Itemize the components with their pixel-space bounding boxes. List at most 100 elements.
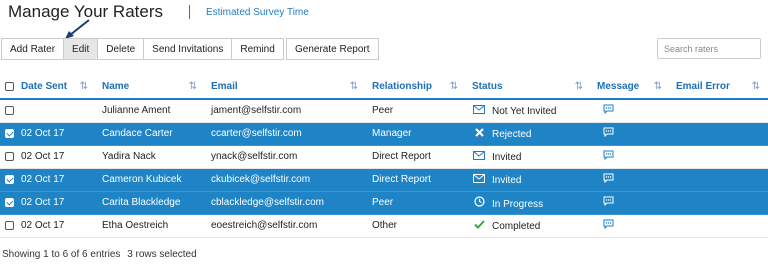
table-row[interactable]: 02 Oct 17 Etha Oestreich eoestreich@selfst…	[0, 214, 768, 238]
status-cell: Not Yet Invited	[466, 99, 591, 123]
status-cell: In Progress	[466, 191, 591, 215]
sort-icon[interactable]: ⇅	[752, 81, 760, 92]
message-bubble-icon[interactable]	[603, 150, 614, 163]
col-name-label: Name	[102, 81, 130, 92]
sort-icon[interactable]: ⇅	[575, 81, 583, 92]
date-sent-cell: 02 Oct 17	[15, 122, 96, 146]
row-checkbox-cell	[0, 99, 15, 123]
relationship-cell: Peer	[366, 99, 466, 123]
name-cell: Yadira Nack	[96, 145, 205, 169]
col-email[interactable]: Email ⇅	[205, 75, 366, 100]
table-footer: Showing 1 to 6 of 6 entries 3 rows selec…	[2, 249, 201, 260]
row-checkbox-cell	[0, 214, 15, 238]
envelope-icon	[472, 104, 486, 117]
x-icon	[472, 127, 486, 140]
name-cell: Candace Carter	[96, 122, 205, 146]
row-checkbox-cell	[0, 145, 15, 169]
row-checkbox[interactable]	[5, 174, 14, 184]
remind-button[interactable]: Remind	[232, 38, 284, 60]
message-bubble-icon[interactable]	[603, 219, 614, 232]
email-error-cell	[670, 99, 768, 123]
envelope-icon	[472, 173, 486, 186]
date-sent-cell: 02 Oct 17	[15, 214, 96, 238]
email-cell: eoestreich@selfstir.com	[205, 214, 366, 238]
check-icon	[472, 219, 486, 232]
table-row[interactable]: 02 Oct 17 Carita Blackledge cblackledge@se…	[0, 191, 768, 215]
message-cell	[591, 214, 670, 238]
relationship-cell: Direct Report	[366, 168, 466, 192]
table-row[interactable]: 02 Oct 17 Yadira Nack ynack@selfstir.com Di…	[0, 145, 768, 169]
page-header: Manage Your Raters Estimated Survey Time	[8, 2, 309, 22]
col-name[interactable]: Name ⇅	[96, 75, 205, 100]
col-status-label: Status	[472, 81, 503, 92]
sort-icon[interactable]: ⇅	[654, 81, 662, 92]
col-date-sent[interactable]: Date Sent ⇅	[15, 75, 96, 100]
col-date-sent-label: Date Sent	[21, 81, 68, 92]
sort-icon[interactable]: ⇅	[189, 81, 197, 92]
col-message[interactable]: Message ⇅	[591, 75, 670, 100]
status-text: Rejected	[492, 128, 532, 140]
select-all-cell	[0, 75, 15, 100]
message-bubble-icon[interactable]	[603, 104, 614, 117]
row-checkbox-cell	[0, 191, 15, 215]
relationship-cell: Direct Report	[366, 145, 466, 169]
email-cell: ckubicek@selfstir.com	[205, 168, 366, 192]
row-checkbox[interactable]	[5, 106, 14, 116]
generate-report-button[interactable]: Generate Report	[286, 38, 379, 60]
delete-button[interactable]: Delete	[98, 38, 145, 60]
status-cell: Invited	[466, 168, 591, 192]
table-row[interactable]: 02 Oct 17 Cameron Kubicek ckubicek@selfsti…	[0, 168, 768, 192]
col-relationship-label: Relationship	[372, 81, 433, 92]
col-relationship[interactable]: Relationship ⇅	[366, 75, 466, 100]
name-cell: Cameron Kubicek	[96, 168, 205, 192]
sort-icon[interactable]: ⇅	[350, 81, 358, 92]
email-cell: ynack@selfstir.com	[205, 145, 366, 169]
clock-icon	[472, 195, 486, 210]
row-checkbox[interactable]	[5, 197, 14, 207]
status-text: Not Yet Invited	[492, 105, 557, 117]
email-cell: ccarter@selfstir.com	[205, 122, 366, 146]
raters-table: Date Sent ⇅ Name ⇅ Email ⇅ Relationship …	[0, 75, 768, 238]
col-email-error[interactable]: Email Error ⇅	[670, 75, 768, 100]
email-error-cell	[670, 191, 768, 215]
row-checkbox[interactable]	[5, 151, 14, 161]
select-all-checkbox[interactable]	[5, 81, 14, 91]
add-rater-button[interactable]: Add Rater	[1, 38, 65, 60]
search-input[interactable]	[657, 38, 761, 59]
email-error-cell	[670, 214, 768, 238]
col-email-label: Email	[211, 81, 238, 92]
relationship-cell: Peer	[366, 191, 466, 215]
table-row[interactable]: 02 Oct 17 Candace Carter ccarter@selfstir.…	[0, 122, 768, 146]
name-cell: Julianne Ament	[96, 99, 205, 123]
table-row[interactable]: Julianne Ament jament@selfstir.com Peer Not…	[0, 99, 768, 123]
message-cell	[591, 168, 670, 192]
selected-count: 3 rows selected	[127, 249, 197, 260]
message-bubble-icon[interactable]	[603, 127, 614, 140]
date-sent-cell: 02 Oct 17	[15, 191, 96, 215]
date-sent-cell: 02 Oct 17	[15, 145, 96, 169]
email-error-cell	[670, 122, 768, 146]
row-checkbox[interactable]	[5, 128, 14, 138]
row-checkbox-cell	[0, 122, 15, 146]
row-checkbox[interactable]	[5, 220, 14, 230]
name-cell: Etha Oestreich	[96, 214, 205, 238]
message-cell	[591, 122, 670, 146]
status-text: In Progress	[492, 198, 544, 210]
name-cell: Carita Blackledge	[96, 191, 205, 215]
title-divider	[189, 5, 190, 19]
estimated-survey-time-link[interactable]: Estimated Survey Time	[206, 7, 309, 18]
relationship-cell: Other	[366, 214, 466, 238]
email-cell: jament@selfstir.com	[205, 99, 366, 123]
relationship-cell: Manager	[366, 122, 466, 146]
col-status[interactable]: Status ⇅	[466, 75, 591, 100]
message-bubble-icon[interactable]	[603, 196, 614, 209]
status-text: Invited	[492, 174, 522, 186]
message-cell	[591, 99, 670, 123]
edit-button[interactable]: Edit	[64, 38, 99, 60]
sort-icon[interactable]: ⇅	[450, 81, 458, 92]
status-text: Completed	[492, 220, 541, 232]
send-invitations-button[interactable]: Send Invitations	[144, 38, 233, 60]
message-bubble-icon[interactable]	[603, 173, 614, 186]
status-cell: Invited	[466, 145, 591, 169]
sort-asc-icon[interactable]: ⇅	[80, 81, 88, 92]
